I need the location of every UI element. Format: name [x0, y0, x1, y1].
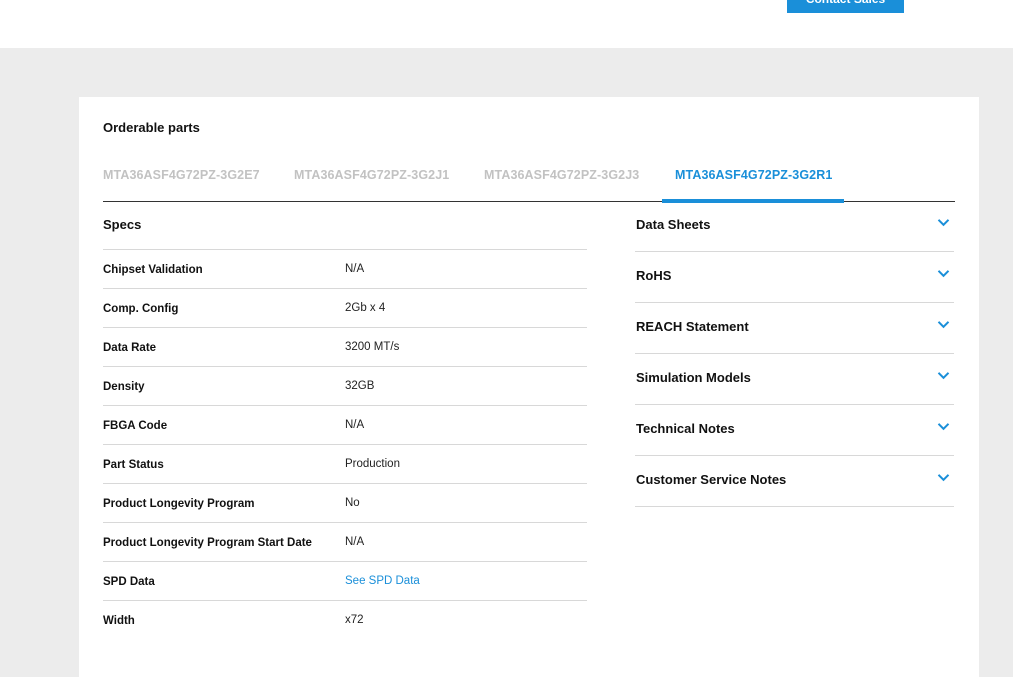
tab-mta36asf4g72pz-3g2j3[interactable]: MTA36ASF4G72PZ-3G2J3 [484, 160, 639, 201]
spec-label: Part Status [103, 459, 164, 471]
accordion-simulation-models[interactable]: Simulation Models [635, 354, 954, 405]
spec-row-part-status: Part Status Production [103, 445, 587, 484]
spec-label: Comp. Config [103, 303, 179, 315]
specs-title: Specs [103, 201, 587, 250]
spec-label: FBGA Code [103, 420, 168, 432]
spec-value: N/A [345, 536, 365, 548]
chevron-down-icon[interactable] [937, 371, 950, 380]
accordion-label: Technical Notes [636, 421, 735, 436]
accordion-label: Customer Service Notes [636, 472, 787, 487]
spec-value-wrap: See SPD Data [345, 562, 420, 600]
spec-row-fbga-code: FBGA Code N/A [103, 406, 587, 445]
chevron-down-icon[interactable] [937, 473, 950, 482]
accordion-reach-statement[interactable]: REACH Statement [635, 303, 954, 354]
orderable-parts-card: Orderable parts MTA36ASF4G72PZ-3G2E7 MTA… [79, 97, 979, 677]
spec-value: 3200 MT/s [345, 341, 400, 353]
contact-sales-button[interactable]: Contact Sales [787, 0, 904, 13]
tab-mta36asf4g72pz-3g2j1[interactable]: MTA36ASF4G72PZ-3G2J1 [294, 160, 449, 201]
accordion-customer-service-notes[interactable]: Customer Service Notes [635, 456, 954, 507]
spec-label: Data Rate [103, 342, 157, 354]
chevron-down-icon[interactable] [937, 320, 950, 329]
spec-value: N/A [345, 263, 365, 275]
see-spd-data-link[interactable]: See SPD Data [345, 575, 420, 587]
spec-value: N/A [345, 419, 365, 431]
accordion-label: RoHS [636, 268, 672, 283]
spec-label: SPD Data [103, 576, 155, 588]
accordion-label: Data Sheets [636, 217, 711, 232]
tab-mta36asf4g72pz-3g2e7[interactable]: MTA36ASF4G72PZ-3G2E7 [103, 160, 260, 201]
spec-row-comp-config: Comp. Config 2Gb x 4 [103, 289, 587, 328]
spec-row-density: Density 32GB [103, 367, 587, 406]
spec-label: Density [103, 381, 145, 393]
spec-row-data-rate: Data Rate 3200 MT/s [103, 328, 587, 367]
top-bar: Contact Sales [0, 0, 1013, 48]
spec-row-product-longevity-start-date: Product Longevity Program Start Date N/A [103, 523, 587, 562]
accordion-rohs[interactable]: RoHS [635, 252, 954, 303]
resources-accordion: Data Sheets RoHS REACH Statement Simulat… [635, 201, 954, 507]
accordion-technical-notes[interactable]: Technical Notes [635, 405, 954, 456]
spec-row-product-longevity-program: Product Longevity Program No [103, 484, 587, 523]
spec-row-spd-data: SPD Data See SPD Data [103, 562, 587, 601]
spec-value: 32GB [345, 380, 375, 392]
chevron-down-icon[interactable] [937, 269, 950, 278]
accordion-label: REACH Statement [636, 319, 749, 334]
spec-value: Production [345, 458, 400, 470]
spec-label: Product Longevity Program [103, 498, 255, 510]
part-tabs: MTA36ASF4G72PZ-3G2E7 MTA36ASF4G72PZ-3G2J… [103, 160, 955, 203]
spec-row-chipset-validation: Chipset Validation N/A [103, 250, 587, 289]
spec-label: Product Longevity Program Start Date [103, 537, 312, 549]
orderable-parts-title: Orderable parts [103, 120, 200, 135]
spec-label: Chipset Validation [103, 264, 203, 276]
accordion-label: Simulation Models [636, 370, 751, 385]
chevron-down-icon[interactable] [937, 422, 950, 431]
spec-value: x72 [345, 614, 364, 626]
spec-label: Width [103, 615, 135, 627]
specs-table: Specs Chipset Validation N/A Comp. Confi… [103, 201, 587, 639]
chevron-down-icon[interactable] [937, 218, 950, 227]
tab-mta36asf4g72pz-3g2r1[interactable]: MTA36ASF4G72PZ-3G2R1 [661, 160, 845, 203]
spec-value: No [345, 497, 360, 509]
spec-row-width: Width x72 [103, 601, 587, 639]
accordion-data-sheets[interactable]: Data Sheets [635, 201, 954, 252]
spec-value: 2Gb x 4 [345, 302, 386, 314]
